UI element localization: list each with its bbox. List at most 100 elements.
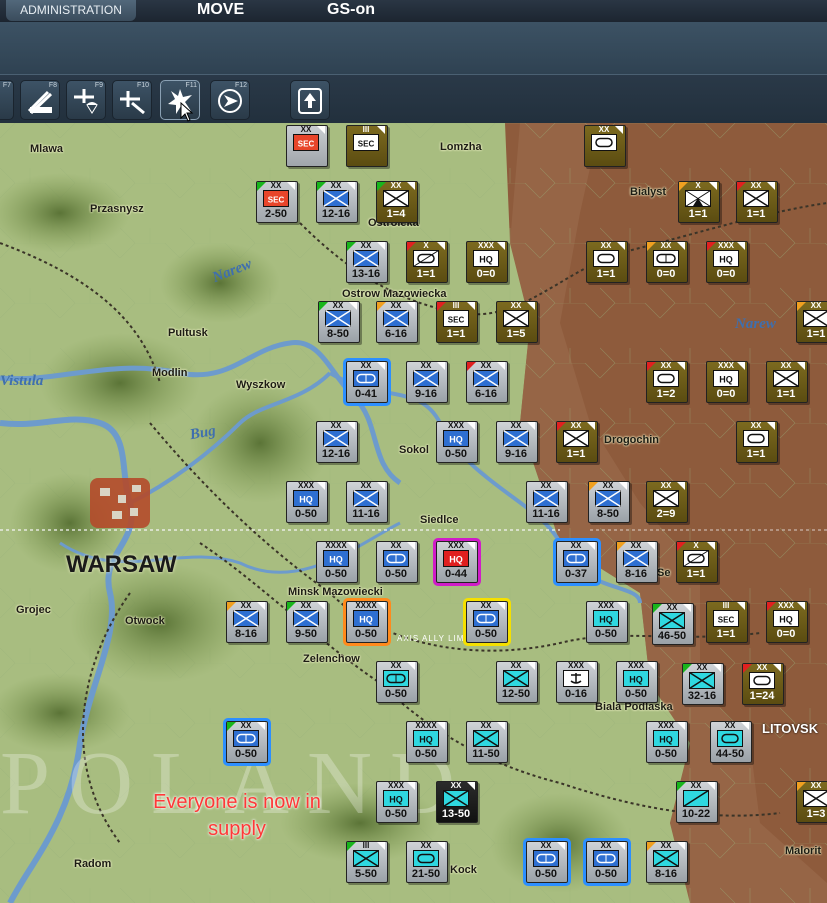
unit-counter[interactable]: XXX HQ 0-50 (646, 721, 690, 765)
unit-counter[interactable]: XXX HQ 0-50 (436, 421, 480, 465)
unit-counter[interactable]: XX 8-16 (616, 541, 660, 585)
svg-text:HQ: HQ (299, 495, 313, 505)
tool-f9-button[interactable]: F9 (66, 80, 106, 120)
unit-counter[interactable]: X 1=1 (678, 181, 722, 225)
unit-counter[interactable]: XX 0-50 (463, 598, 511, 646)
unit-counter[interactable]: XX 0-50 (223, 718, 271, 766)
unit-counter[interactable]: XX 21-50 (406, 841, 450, 885)
unit-strength-label: 8-16 (234, 628, 258, 640)
unit-counter[interactable]: XXX HQ 0-50 (586, 601, 630, 645)
unit-strength-label: 0-16 (564, 688, 588, 700)
unit-strength-label: 21-50 (411, 868, 441, 880)
unit-counter[interactable]: XX 1=1 (586, 241, 630, 285)
tool-f7-button[interactable]: F7 (0, 80, 14, 120)
unit-strength-label: 9-16 (504, 448, 528, 460)
unit-counter[interactable]: XXX HQ 0-44 (433, 538, 481, 586)
unit-strength-label: 11-50 (472, 748, 500, 760)
unit-counter[interactable]: XX 1=24 (742, 663, 786, 707)
tool-f12-button[interactable]: F12 (210, 80, 250, 120)
unit-counter[interactable]: XXX HQ 0-50 (286, 481, 330, 525)
game-map[interactable]: POLAND Mlawa Lomzha Przasnysz Bialyst Os… (0, 123, 827, 903)
unit-counter[interactable]: XXX HQ 0=0 (706, 241, 750, 285)
unit-counter[interactable]: XX 1=1 (556, 421, 600, 465)
unit-counter[interactable]: XX 1=1 (736, 181, 780, 225)
unit-counter[interactable]: XX 1=2 (646, 361, 690, 405)
unit-counter[interactable]: X 1=1 (676, 541, 720, 585)
unit-counter[interactable]: XX 11-16 (526, 481, 570, 525)
tab-gs-on[interactable]: GS-on (327, 0, 375, 21)
unit-counter[interactable]: XX 0-41 (343, 358, 391, 406)
unit-counter[interactable]: XX 6-16 (376, 301, 420, 345)
unit-counter[interactable]: III SEC (346, 125, 390, 169)
unit-counter[interactable]: XX 0-50 (523, 838, 571, 886)
unit-counter[interactable]: III SEC 1=1 (436, 301, 480, 345)
unit-hq-icon: HQ (353, 610, 379, 627)
unit-counter[interactable]: XX 1=4 (376, 181, 420, 225)
unit-counter[interactable]: XX 0-50 (376, 661, 420, 705)
unit-counter[interactable]: XX 0-50 (376, 541, 420, 585)
unit-counter[interactable]: XX 46-50 (652, 603, 696, 647)
unit-counter[interactable]: XX 8-50 (588, 481, 632, 525)
unit-counter[interactable]: III SEC 1=1 (706, 601, 750, 645)
city-label: Otwock (125, 615, 165, 627)
unit-counter[interactable]: XX 2=9 (646, 481, 690, 525)
unit-counter[interactable]: XX 11-50 (466, 721, 510, 765)
unit-counter[interactable]: XXX 0-16 (556, 661, 600, 705)
unit-size-label: XXX (447, 421, 464, 430)
unit-counter[interactable]: XX 6-16 (466, 361, 510, 405)
unit-counter[interactable]: XX 8-16 (226, 601, 270, 645)
city-label: Grojec (16, 604, 51, 616)
unit-counter[interactable]: XX 1=1 (796, 301, 827, 345)
tab-administration[interactable]: ADMINISTRATION (6, 0, 136, 21)
unit-strength-label: 0-50 (414, 748, 438, 760)
unit-size-label: XX (360, 241, 372, 250)
tab-move[interactable]: MOVE (197, 0, 244, 21)
tool-f10-button[interactable]: F10 (112, 80, 152, 120)
unit-counter[interactable]: XX 13-50 (436, 781, 480, 825)
unit-counter[interactable]: III 5-50 (346, 841, 390, 885)
unit-counter[interactable]: XX (584, 125, 628, 169)
svg-text:SEC: SEC (718, 616, 735, 625)
unit-counter[interactable]: XXXX HQ 0-50 (406, 721, 450, 765)
unit-counter[interactable]: X 1=1 (406, 241, 450, 285)
unit-counter[interactable]: XX 8-50 (318, 301, 362, 345)
unit-size-label: XX (780, 361, 792, 370)
unit-size-label: XX (598, 125, 610, 134)
unit-counter[interactable]: XXX HQ 0=0 (766, 601, 810, 645)
unit-size-label: XX (450, 781, 462, 790)
unit-counter[interactable]: XXX HQ 0=0 (706, 361, 750, 405)
unit-counter[interactable]: XX 32-16 (682, 663, 726, 707)
unit-counter[interactable]: XXX HQ 0-50 (616, 661, 660, 705)
tool-f8-button[interactable]: F8 (20, 80, 60, 120)
unit-counter[interactable]: XX 9-16 (496, 421, 540, 465)
unit-armored-recon-icon (683, 550, 709, 567)
unit-size-label: XX (420, 841, 432, 850)
unit-counter[interactable]: XX 0-37 (553, 538, 601, 586)
unit-counter[interactable]: XX 12-16 (316, 421, 360, 465)
unit-counter[interactable]: XX 1=1 (736, 421, 780, 465)
unit-counter[interactable]: XXX HQ 0=0 (466, 241, 510, 285)
unit-counter[interactable]: XX 10-22 (676, 781, 720, 825)
unit-counter[interactable]: XX 1=3 (796, 781, 827, 825)
unit-counter[interactable]: XX SEC 2-50 (256, 181, 300, 225)
unit-counter[interactable]: XX 8-16 (646, 841, 690, 885)
unit-counter[interactable]: XX 1=1 (766, 361, 810, 405)
tool-upload-button[interactable] (290, 80, 330, 120)
unit-infantry-icon (653, 849, 679, 868)
unit-counter[interactable]: XXXX HQ 0-50 (343, 598, 391, 646)
unit-counter[interactable]: XXX HQ 0-50 (376, 781, 420, 825)
unit-counter[interactable]: XX 13-16 (346, 241, 390, 285)
unit-counter[interactable]: XXXX HQ 0-50 (316, 541, 360, 585)
unit-counter[interactable]: XX 0-50 (583, 838, 631, 886)
unit-counter[interactable]: XX SEC (286, 125, 330, 169)
unit-counter[interactable]: XX 0=0 (646, 241, 690, 285)
unit-counter[interactable]: XX 12-50 (496, 661, 540, 705)
city-label: Przasnysz (90, 203, 144, 215)
unit-counter[interactable]: XX 11-16 (346, 481, 390, 525)
unit-counter[interactable]: XX 12-16 (316, 181, 360, 225)
hotkey-label: F7 (2, 82, 11, 89)
unit-counter[interactable]: XX 9-16 (406, 361, 450, 405)
unit-counter[interactable]: XX 9-50 (286, 601, 330, 645)
unit-counter[interactable]: XX 44-50 (710, 721, 754, 765)
unit-counter[interactable]: XX 1=5 (496, 301, 540, 345)
